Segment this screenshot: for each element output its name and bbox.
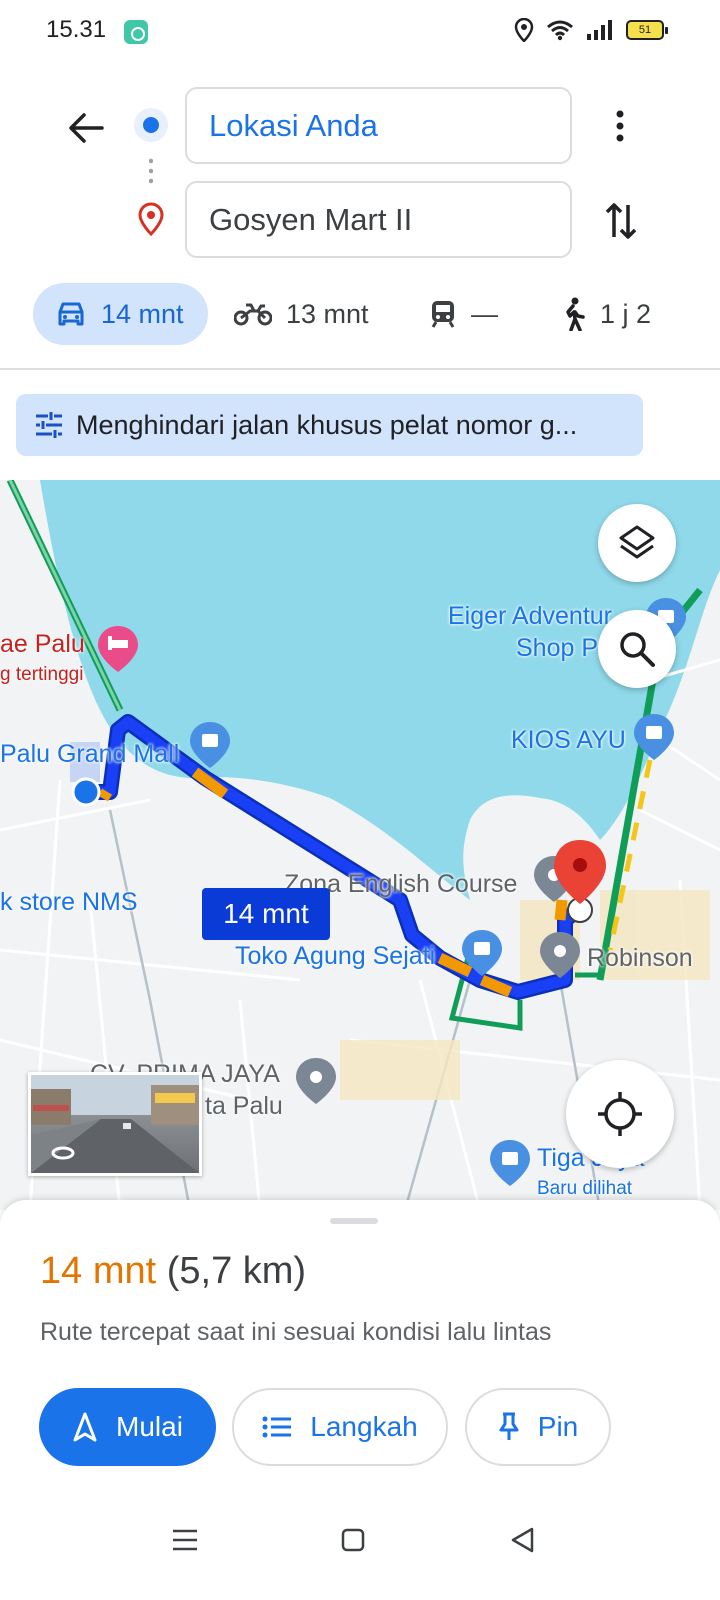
wifi-icon xyxy=(547,20,573,41)
kios-label[interactable]: KIOS AYU xyxy=(511,726,626,755)
route-connector xyxy=(149,156,153,188)
route-options-chip[interactable]: Menghindari jalan khusus pelat nomor g..… xyxy=(16,394,643,456)
place-marker[interactable] xyxy=(296,1058,336,1104)
my-location-button[interactable] xyxy=(566,1060,674,1168)
toko-label[interactable]: Toko Agung Sejati xyxy=(235,942,435,971)
mode-car-label: 14 mnt xyxy=(101,298,184,329)
nav-home-button[interactable] xyxy=(333,1520,373,1560)
pin-icon xyxy=(499,1412,519,1440)
steps-button[interactable]: Langkah xyxy=(232,1388,448,1466)
nav-menu-button[interactable] xyxy=(165,1520,205,1560)
layers-button[interactable] xyxy=(598,504,676,582)
hotel-label[interactable]: ae Palu xyxy=(0,630,85,659)
start-button[interactable]: Mulai xyxy=(39,1388,216,1466)
mode-motorcycle-label: 13 mnt xyxy=(286,298,369,329)
route-duration-callout[interactable]: 14 mnt xyxy=(202,888,330,940)
mode-motorcycle-tab[interactable]: 13 mnt xyxy=(234,283,369,345)
recently-viewed-label: Baru dilihat xyxy=(537,1178,633,1199)
status-time: 15.31 xyxy=(46,16,107,43)
start-label: Mulai xyxy=(116,1411,183,1442)
steps-label: Langkah xyxy=(310,1411,418,1442)
robinson-label[interactable]: Robinson xyxy=(587,944,693,973)
street-view-photo xyxy=(31,1075,199,1173)
route-summary: 14 mnt (5,7 km) xyxy=(40,1250,306,1293)
navigation-arrow-icon xyxy=(73,1412,97,1442)
home-square-icon xyxy=(341,1528,365,1552)
mode-walk-label: 1 j 2 xyxy=(600,298,652,329)
destination-text: Gosyen Mart II xyxy=(209,201,413,237)
prima-sub-label: ta Palu xyxy=(205,1092,283,1120)
mall-label[interactable]: Palu Grand Mall xyxy=(0,740,179,769)
status-bar: 15.31 51 xyxy=(0,0,720,64)
divider xyxy=(0,368,720,370)
system-navigation-bar xyxy=(0,1490,720,1600)
layers-icon xyxy=(619,525,655,559)
swap-button[interactable] xyxy=(596,196,646,246)
eiger-label-line1[interactable]: Eiger Adventur xyxy=(448,602,612,631)
swap-icon xyxy=(605,203,637,239)
street-view-thumbnail[interactable] xyxy=(28,1072,202,1176)
eiger-label-line2[interactable]: Shop P xyxy=(516,634,598,663)
route-options-label: Menghindari jalan khusus pelat nomor g..… xyxy=(76,409,578,440)
search-along-route-button[interactable] xyxy=(598,610,676,688)
list-icon xyxy=(262,1416,292,1438)
route-duration-label: 14 mnt xyxy=(223,898,309,929)
origin-field[interactable]: Lokasi Anda xyxy=(185,87,572,164)
more-vert-icon xyxy=(616,110,624,142)
mode-car-tab[interactable]: 14 mnt xyxy=(33,283,208,345)
menu-icon xyxy=(173,1529,197,1551)
more-options-button[interactable] xyxy=(598,102,642,150)
my-location-icon xyxy=(598,1092,642,1136)
hotel-sub-label: g tertinggi xyxy=(0,664,84,685)
pin-button[interactable]: Pin xyxy=(465,1388,611,1466)
walk-icon xyxy=(566,297,585,331)
map-view[interactable]: ae Palu g tertinggi Palu Grand Mall Eige… xyxy=(0,480,720,1210)
back-arrow-icon xyxy=(69,113,104,143)
origin-text: Lokasi Anda xyxy=(209,107,378,143)
location-icon xyxy=(514,18,534,42)
mode-transit-tab[interactable]: — xyxy=(429,283,498,345)
train-icon xyxy=(431,301,455,328)
pin-label: Pin xyxy=(537,1411,579,1442)
tune-icon xyxy=(36,412,62,438)
nav-back-button[interactable] xyxy=(502,1520,542,1560)
search-icon xyxy=(620,632,655,667)
destination-pin-icon xyxy=(138,202,164,236)
motorcycle-icon xyxy=(234,303,272,326)
mode-walk-tab[interactable]: 1 j 2 xyxy=(560,283,651,345)
store-label[interactable]: k store NMS xyxy=(0,888,138,917)
current-location-dot xyxy=(71,777,101,807)
signal-icon xyxy=(587,20,612,40)
status-icons: 51 xyxy=(514,18,668,42)
sheet-drag-handle[interactable] xyxy=(330,1218,378,1224)
route-subtitle: Rute tercepat saat ini sesuai kondisi la… xyxy=(40,1318,552,1346)
shopping-marker[interactable] xyxy=(490,1140,530,1186)
route-duration: 14 mnt xyxy=(40,1250,157,1292)
origin-dot-icon xyxy=(134,108,168,142)
mode-transit-label: — xyxy=(471,298,498,329)
route-distance: (5,7 km) xyxy=(166,1250,307,1292)
battery-icon: 51 xyxy=(626,20,668,40)
app-notification-icon xyxy=(124,20,148,44)
destination-field[interactable]: Gosyen Mart II xyxy=(185,181,572,258)
back-triangle-icon xyxy=(511,1527,534,1553)
back-button[interactable] xyxy=(62,104,110,152)
car-icon xyxy=(58,302,84,326)
